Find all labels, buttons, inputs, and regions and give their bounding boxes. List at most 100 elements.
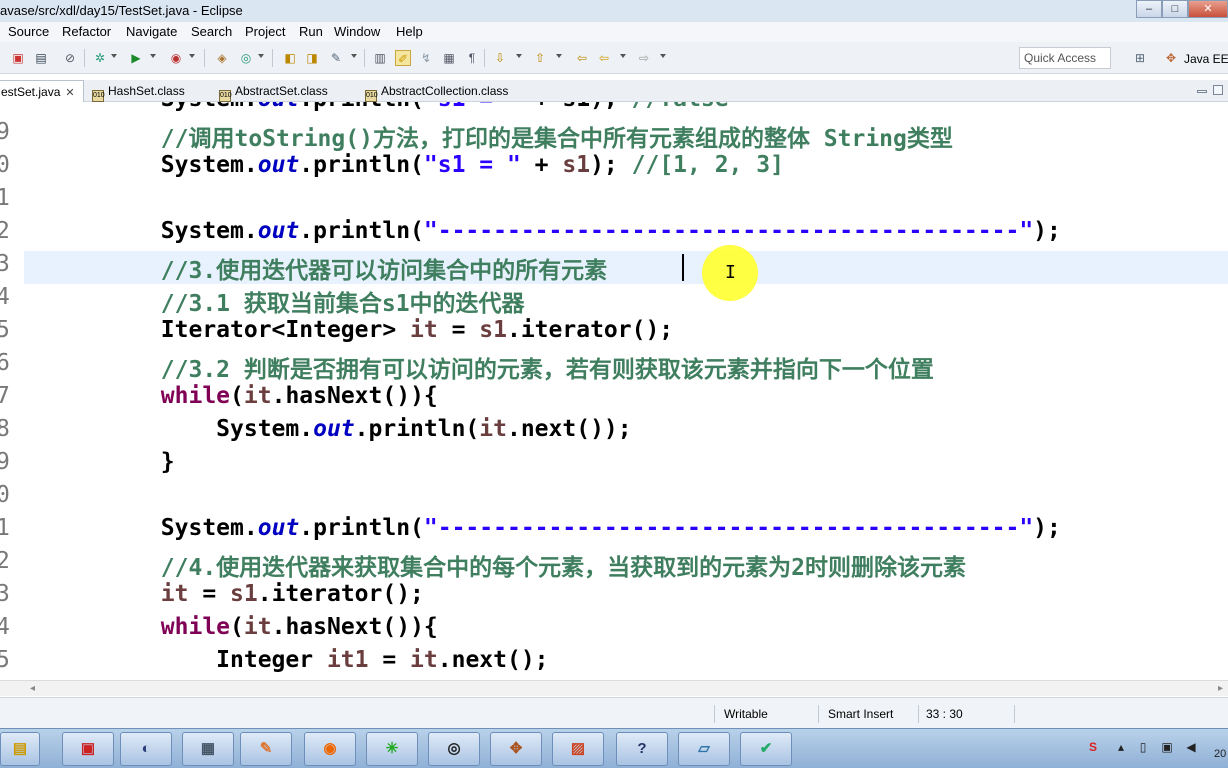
- debug-icon[interactable]: ✲: [92, 50, 108, 66]
- pdf-reader-icon[interactable]: ▣: [62, 732, 114, 766]
- close-icon[interactable]: ✕: [65, 87, 74, 99]
- volume-icon[interactable]: ◀: [1184, 740, 1198, 754]
- input-method-icon[interactable]: S: [1086, 740, 1100, 754]
- new-java-package-icon[interactable]: ◈: [214, 50, 230, 66]
- chevron-down-icon[interactable]: [660, 54, 666, 58]
- obs-icon[interactable]: ◎: [428, 732, 480, 766]
- chevron-down-icon[interactable]: [111, 54, 117, 58]
- code-comment: //3.使用迭代器可以访问集合中的所有元素: [160, 258, 608, 284]
- title-bar: avase/src/xdl/day15/TestSet.java - Eclip…: [0, 0, 1228, 22]
- eclipse-icon[interactable]: ◐: [120, 732, 172, 766]
- calculator-icon[interactable]: ▦: [182, 732, 234, 766]
- line-number: 9: [0, 119, 10, 145]
- tab-hashset-class[interactable]: 010 HashSet.class: [92, 80, 185, 102]
- code-token: =: [437, 317, 480, 343]
- menu-refactor[interactable]: Refactor: [62, 24, 111, 39]
- code-token: =: [188, 581, 231, 607]
- chevron-down-icon[interactable]: [516, 54, 522, 58]
- tray-device-icon[interactable]: ▯: [1136, 740, 1150, 754]
- horizontal-scrollbar[interactable]: ◂ ▸: [0, 680, 1228, 696]
- java-ee-ide-icon[interactable]: ✥: [490, 732, 542, 766]
- close-button[interactable]: ✕: [1188, 0, 1228, 18]
- notes-icon[interactable]: ▱: [678, 732, 730, 766]
- print-icon[interactable]: ▤: [33, 50, 49, 66]
- minimize-view-icon[interactable]: [1197, 90, 1207, 93]
- clock[interactable]: 20: [1214, 748, 1226, 760]
- run-icon[interactable]: ▶: [128, 50, 144, 66]
- chevron-down-icon[interactable]: [556, 54, 562, 58]
- java-ee-perspective-icon[interactable]: ✥: [1163, 50, 1179, 66]
- line-number: 2: [0, 548, 10, 574]
- menu-window[interactable]: Window: [334, 24, 380, 39]
- last-edit-location-icon[interactable]: ⇦: [574, 50, 590, 66]
- help-icon[interactable]: ?: [616, 732, 668, 766]
- menu-run[interactable]: Run: [299, 24, 323, 39]
- tab-abstractset-class[interactable]: 010 AbstractSet.class: [219, 80, 328, 102]
- menu-navigate[interactable]: Navigate: [126, 24, 177, 39]
- quick-access-input[interactable]: Quick Access: [1019, 47, 1111, 69]
- new-java-class-icon[interactable]: ◎: [238, 50, 254, 66]
- code-variable: it1: [326, 647, 369, 673]
- maximize-view-icon[interactable]: [1213, 85, 1223, 95]
- forward-icon[interactable]: ⇨: [636, 50, 652, 66]
- file-explorer-icon[interactable]: ▤: [0, 732, 40, 766]
- status-writable: Writable: [724, 707, 768, 721]
- show-whitespace-icon[interactable]: ¶: [464, 50, 480, 66]
- code-editor[interactable]: System.out.println("s1 = " + s1); //fals…: [0, 102, 1228, 680]
- menu-search[interactable]: Search: [191, 24, 232, 39]
- chevron-down-icon[interactable]: [189, 54, 195, 58]
- window-title: avase/src/xdl/day15/TestSet.java - Eclip…: [0, 3, 243, 18]
- search-icon[interactable]: ✎: [328, 50, 344, 66]
- next-annotation-icon[interactable]: ⇩: [492, 50, 508, 66]
- chevron-down-icon[interactable]: [351, 54, 357, 58]
- chevron-down-icon[interactable]: [620, 54, 626, 58]
- status-separator: [918, 705, 919, 723]
- tab-testset-java[interactable]: estSet.java ✕: [0, 80, 84, 102]
- paint-icon[interactable]: ✎: [240, 732, 292, 766]
- code-comment: //3.2 判断是否拥有可以访问的元素，若有则获取该元素并指向下一个位置: [160, 357, 934, 383]
- tray-expand-icon[interactable]: ▴: [1114, 740, 1128, 754]
- open-perspective-icon[interactable]: ⊞: [1132, 50, 1148, 66]
- firefox-icon[interactable]: ◉: [304, 732, 356, 766]
- mark-occurrences-icon[interactable]: ✐: [395, 50, 411, 66]
- save-icon[interactable]: ▣: [10, 50, 26, 66]
- word-wrap-icon[interactable]: ↯: [418, 50, 434, 66]
- menu-source[interactable]: Source: [8, 24, 49, 39]
- xmind-icon[interactable]: ✳: [366, 732, 418, 766]
- tab-abstractcollection-class[interactable]: 010 AbstractCollection.class: [365, 80, 508, 102]
- code-string: "s1 = ": [423, 152, 521, 178]
- code-line: while(it.hasNext()){: [50, 614, 438, 640]
- open-type-icon[interactable]: ◧: [282, 50, 298, 66]
- menu-project[interactable]: Project: [245, 24, 285, 39]
- minimize-button[interactable]: –: [1136, 0, 1162, 18]
- toggle-breadcrumb-icon[interactable]: ▥: [372, 50, 388, 66]
- chevron-down-icon[interactable]: [258, 54, 264, 58]
- maximize-button[interactable]: □: [1162, 0, 1188, 18]
- menu-help[interactable]: Help: [396, 24, 423, 39]
- run-external-tools-icon[interactable]: ◉: [168, 50, 184, 66]
- previous-annotation-icon[interactable]: ⇧: [532, 50, 548, 66]
- remote-desktop-icon[interactable]: ✔: [740, 732, 792, 766]
- scroll-right-icon[interactable]: ▸: [1218, 683, 1223, 694]
- code-comment: //4.使用迭代器来获取集合中的每个元素，当获取到的元素为2时则删除该元素: [160, 555, 967, 581]
- skip-breakpoints-icon[interactable]: ⊘: [62, 50, 78, 66]
- code-line: it = s1.iterator();: [50, 581, 424, 607]
- code-token: + s1);: [521, 102, 632, 112]
- powerpoint-icon[interactable]: ▨: [552, 732, 604, 766]
- open-task-icon[interactable]: ◨: [304, 50, 320, 66]
- code-line: System.out.println(it.next());: [50, 416, 631, 442]
- toolbar-separator: [364, 49, 365, 67]
- chevron-down-icon[interactable]: [150, 54, 156, 58]
- back-icon[interactable]: ⇦: [596, 50, 612, 66]
- block-selection-icon[interactable]: ▦: [441, 50, 457, 66]
- line-number: 6: [0, 350, 10, 376]
- network-icon[interactable]: ▣: [1160, 740, 1174, 754]
- line-number: 2: [0, 218, 10, 244]
- code-token: .println(: [299, 515, 424, 541]
- perspective-java-ee[interactable]: Java EE: [1184, 52, 1228, 66]
- scroll-left-icon[interactable]: ◂: [30, 683, 35, 694]
